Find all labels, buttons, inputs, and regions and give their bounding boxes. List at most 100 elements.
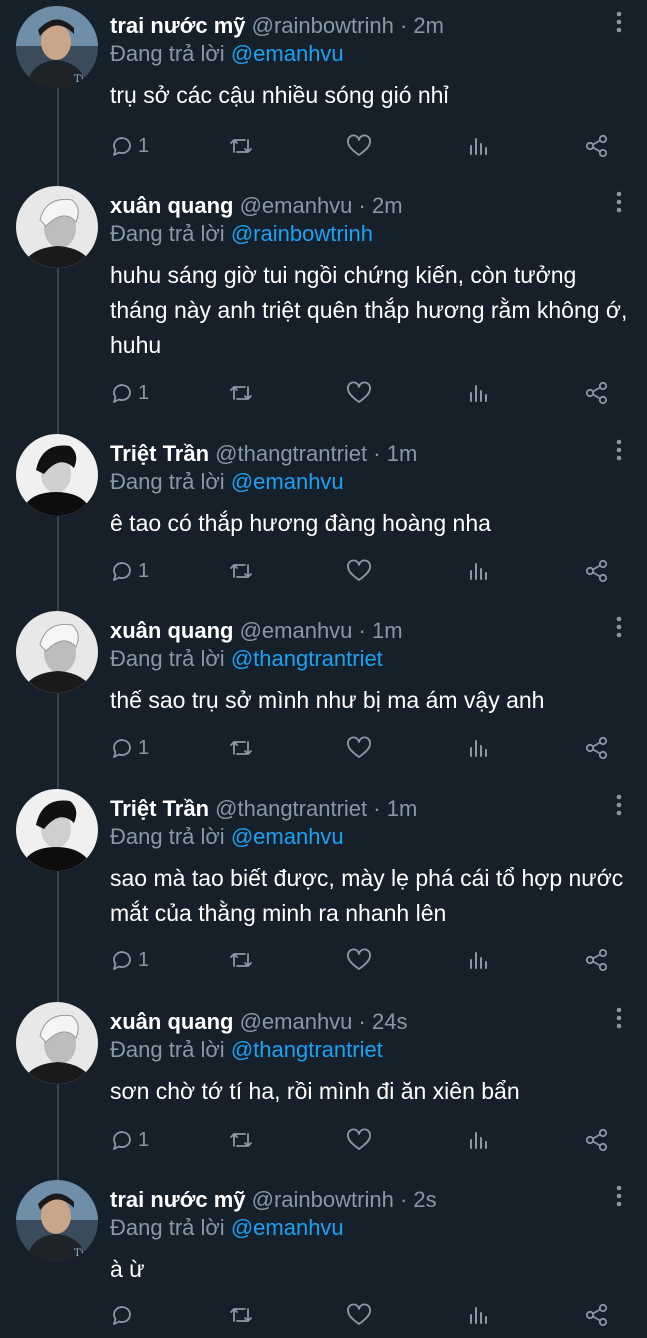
reply-button[interactable]: 1 xyxy=(110,131,149,161)
retweet-button[interactable] xyxy=(228,1300,254,1330)
svg-text:Ti: Ti xyxy=(74,74,84,85)
reply-button[interactable]: 1 xyxy=(110,733,149,763)
share-button[interactable] xyxy=(584,733,610,763)
share-button[interactable] xyxy=(584,131,610,161)
avatar[interactable] xyxy=(16,1002,98,1084)
like-button[interactable] xyxy=(346,131,372,161)
user-handle[interactable]: @rainbowtrinh xyxy=(252,13,394,38)
avatar-image xyxy=(16,611,98,693)
reply-button[interactable] xyxy=(110,1300,138,1330)
timestamp[interactable]: · 1m xyxy=(359,618,403,643)
reply-mention[interactable]: @rainbowtrinh xyxy=(231,221,373,246)
timestamp[interactable]: · 1m xyxy=(373,796,417,821)
timestamp[interactable]: · 1m xyxy=(373,441,417,466)
reply-mention[interactable]: @thangtrantriet xyxy=(231,1037,383,1062)
avatar[interactable] xyxy=(16,789,98,871)
display-name[interactable]: Triệt Trần xyxy=(110,441,209,466)
retweet-button[interactable] xyxy=(228,1125,254,1155)
user-handle[interactable]: @emanhvu xyxy=(240,193,353,218)
reply-mention[interactable]: @thangtrantriet xyxy=(231,646,383,671)
user-handle[interactable]: @rainbowtrinh xyxy=(252,1187,394,1212)
retweet-button[interactable] xyxy=(228,131,254,161)
share-button[interactable] xyxy=(584,378,610,408)
like-icon xyxy=(347,736,371,758)
display-name[interactable]: xuân quang xyxy=(110,618,233,643)
user-handle[interactable]: @emanhvu xyxy=(240,1009,353,1034)
like-button[interactable] xyxy=(346,556,372,586)
reply-mention[interactable]: @emanhvu xyxy=(231,41,344,66)
avatar[interactable]: Ti xyxy=(16,1180,98,1262)
analytics-button[interactable] xyxy=(466,733,490,763)
reply-count: 1 xyxy=(138,134,150,157)
more-options-icon[interactable] xyxy=(615,793,623,817)
avatar[interactable] xyxy=(16,611,98,693)
more-options-icon[interactable] xyxy=(615,190,623,214)
user-handle[interactable]: @thangtrantriet xyxy=(215,796,367,821)
like-button[interactable] xyxy=(346,945,372,975)
reply-mention[interactable]: @emanhvu xyxy=(231,469,344,494)
reply-button[interactable]: 1 xyxy=(110,945,149,975)
tweet-text: sơn chờ tớ tí ha, rồi mình đi ăn xiên bẩ… xyxy=(110,1078,520,1104)
analytics-icon xyxy=(470,740,487,757)
display-name[interactable]: trai nước mỹ xyxy=(110,13,246,38)
more-options-icon[interactable] xyxy=(615,1184,623,1208)
retweet-button[interactable] xyxy=(228,945,254,975)
like-button[interactable] xyxy=(346,1300,372,1330)
reply-mention[interactable]: @emanhvu xyxy=(231,824,344,849)
timestamp[interactable]: · 2s xyxy=(400,1187,437,1212)
analytics-button[interactable] xyxy=(466,945,490,975)
tweet-actions: 1 xyxy=(110,131,620,161)
display-name[interactable]: Triệt Trần xyxy=(110,796,209,821)
reply-button[interactable]: 1 xyxy=(110,378,149,408)
reply-mention[interactable]: @emanhvu xyxy=(231,1215,344,1240)
reply-icon xyxy=(113,951,131,970)
replying-to: Đang trả lời @thangtrantriet xyxy=(110,645,383,673)
share-button[interactable] xyxy=(584,1125,610,1155)
retweet-button[interactable] xyxy=(228,378,254,408)
more-options-icon[interactable] xyxy=(615,10,623,34)
share-button[interactable] xyxy=(584,1300,610,1330)
share-icon xyxy=(585,736,608,760)
more-options-icon[interactable] xyxy=(615,1006,623,1030)
like-icon xyxy=(347,134,371,156)
replying-to-label: Đang trả lời xyxy=(110,824,225,849)
display-name[interactable]: trai nước mỹ xyxy=(110,1187,246,1212)
timestamp[interactable]: · 2m xyxy=(400,13,444,38)
analytics-icon xyxy=(470,1307,487,1324)
share-icon xyxy=(585,1303,608,1327)
retweet-icon xyxy=(230,564,252,578)
analytics-button[interactable] xyxy=(466,1300,490,1330)
analytics-button[interactable] xyxy=(466,556,490,586)
replying-to: Đang trả lời @thangtrantriet xyxy=(110,1036,383,1064)
share-icon xyxy=(585,1128,608,1152)
like-icon xyxy=(347,381,371,403)
timestamp[interactable]: · 24s xyxy=(359,1009,408,1034)
more-options-icon[interactable] xyxy=(615,615,623,639)
analytics-button[interactable] xyxy=(466,131,490,161)
replying-to: Đang trả lời @rainbowtrinh xyxy=(110,220,373,248)
like-button[interactable] xyxy=(346,1125,372,1155)
reply-button[interactable]: 1 xyxy=(110,1125,149,1155)
reply-button[interactable]: 1 xyxy=(110,556,149,586)
user-handle[interactable]: @emanhvu xyxy=(240,618,353,643)
replying-to: Đang trả lời @emanhvu xyxy=(110,1214,344,1242)
avatar[interactable] xyxy=(16,434,98,516)
display-name[interactable]: xuân quang xyxy=(110,1009,233,1034)
timestamp[interactable]: · 2m xyxy=(359,193,403,218)
avatar[interactable]: Ti xyxy=(16,6,98,88)
like-button[interactable] xyxy=(346,378,372,408)
user-handle[interactable]: @thangtrantriet xyxy=(215,441,367,466)
analytics-button[interactable] xyxy=(466,378,490,408)
share-icon xyxy=(585,948,608,972)
share-button[interactable] xyxy=(584,945,610,975)
reply-count: 1 xyxy=(138,381,150,404)
share-button[interactable] xyxy=(584,556,610,586)
retweet-button[interactable] xyxy=(228,556,254,586)
more-options-icon[interactable] xyxy=(615,438,623,462)
retweet-button[interactable] xyxy=(228,733,254,763)
analytics-button[interactable] xyxy=(466,1125,490,1155)
avatar[interactable] xyxy=(16,186,98,268)
like-button[interactable] xyxy=(346,733,372,763)
replying-to-label: Đang trả lời xyxy=(110,646,225,671)
display-name[interactable]: xuân quang xyxy=(110,193,233,218)
